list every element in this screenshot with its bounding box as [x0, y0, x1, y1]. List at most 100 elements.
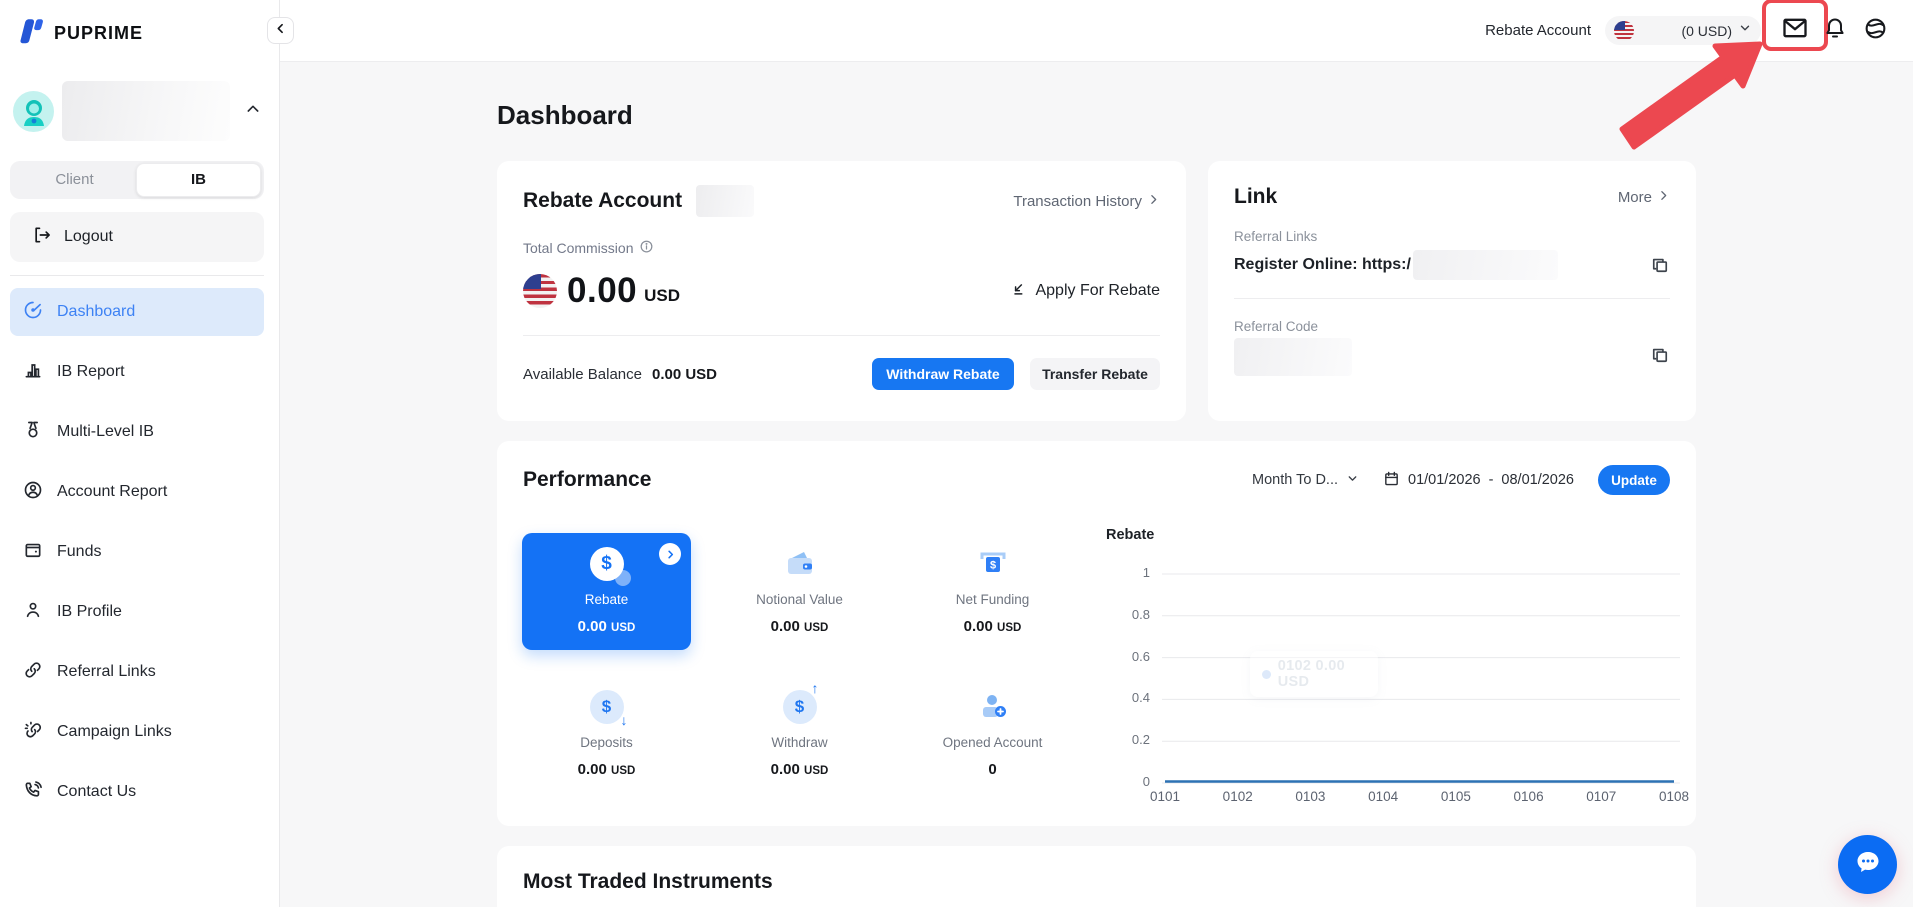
live-chat-button[interactable] [1838, 835, 1897, 894]
metric-tile-withdraw[interactable]: $ ↑ Withdraw 0.00 USD [715, 676, 884, 793]
sidebar-item-dashboard[interactable]: Dashboard [10, 288, 264, 336]
update-button[interactable]: Update [1598, 465, 1670, 495]
sidebar-item-campaign-links[interactable]: Campaign Links [10, 708, 264, 756]
sidebar-item-funds[interactable]: Funds [10, 528, 264, 576]
info-icon[interactable] [639, 239, 654, 257]
svg-text:$: $ [989, 560, 995, 572]
apply-rebate-label: Apply For Rebate [1035, 282, 1160, 299]
avatar [13, 90, 54, 132]
topbar: Rebate Account (0 USD) [280, 0, 1913, 62]
metric-label: Withdraw [771, 735, 828, 750]
sidebar-item-label: Campaign Links [57, 723, 172, 740]
sidebar-item-account-report[interactable]: Account Report [10, 468, 264, 516]
metric-tile-net-funding[interactable]: $ Net Funding 0.00 USD [908, 533, 1077, 650]
metric-value: 0.00 [963, 618, 993, 635]
metric-unit: USD [804, 765, 829, 777]
bell-icon [1823, 16, 1847, 45]
sidebar-item-label: Multi-Level IB [57, 423, 154, 440]
wallet-money-icon [782, 546, 818, 582]
client-ib-toggle: Client IB [10, 161, 264, 199]
redacted-account-number [696, 185, 755, 217]
sidebar-item-label: IB Report [57, 363, 125, 380]
total-commission-currency: USD [644, 286, 681, 305]
date-separator: - [1488, 472, 1494, 488]
mail-icon [1781, 14, 1809, 47]
more-link[interactable]: More [1618, 189, 1670, 206]
page-title: Dashboard [497, 100, 633, 130]
sidebar-item-label: IB Profile [57, 603, 122, 620]
card-divider [523, 335, 1160, 336]
chevron-right-icon [1147, 193, 1160, 210]
metric-value: 0.00 [770, 761, 800, 778]
dollar-down-icon: $ ↓ [589, 689, 628, 728]
chevron-up-icon[interactable] [245, 101, 261, 122]
language-button[interactable] [1855, 11, 1895, 51]
metric-value: 0.00 [770, 618, 800, 635]
metric-label: Notional Value [756, 592, 843, 607]
logout-label: Logout [64, 228, 113, 245]
sidebar-item-label: Contact Us [57, 783, 137, 800]
copy-referral-link-button[interactable] [1650, 255, 1670, 275]
metric-tile-deposits[interactable]: $ ↓ Deposits 0.00 USD [522, 676, 691, 793]
date-from: 01/01/2026 [1408, 472, 1481, 488]
available-balance-label: Available Balance [523, 365, 642, 383]
total-commission-amount: 0.00 [567, 271, 638, 310]
logout-button[interactable]: Logout [10, 212, 264, 262]
link-icon [23, 660, 43, 685]
sidebar-item-contact-us[interactable]: Contact Us [10, 768, 264, 816]
referral-code-label: Referral Code [1234, 319, 1319, 334]
metric-tile-opened-account[interactable]: Opened Account 0 [908, 676, 1077, 793]
metric-value: 0.00 [577, 761, 607, 778]
apply-for-rebate-link[interactable]: Apply For Rebate [1009, 280, 1160, 303]
transfer-rebate-button[interactable]: Transfer Rebate [1030, 358, 1160, 390]
date-range-picker[interactable]: 01/01/2026 - 08/01/2026 [1383, 470, 1574, 491]
brand-logo-icon [16, 16, 46, 51]
sidebar-item-ib-report[interactable]: IB Report [10, 348, 264, 396]
date-range-select[interactable]: Month To D... [1252, 472, 1359, 489]
most-traded-title: Most Traded Instruments [523, 870, 773, 893]
metric-label: Rebate [584, 592, 629, 607]
redacted-referral-code [1234, 338, 1352, 376]
mail-button[interactable] [1762, 0, 1828, 51]
rebate-chart: Rebate 0 0.2 0.4 0.6 0.8 1 0101 0102 0103 0104 01… [1092, 523, 1692, 823]
sidebar-item-multi-level-ib[interactable]: Multi-Level IB [10, 408, 264, 456]
brand-logo: PUPRIME [0, 0, 279, 51]
brand-name: PUPRIME [54, 23, 144, 43]
transaction-history-link[interactable]: Transaction History [1013, 193, 1160, 210]
transaction-history-label: Transaction History [1013, 192, 1142, 210]
chevron-right-circle-icon [659, 543, 681, 565]
card-divider [1234, 298, 1670, 299]
available-balance-value: 0.00 USD [651, 365, 718, 383]
toggle-ib[interactable]: IB [136, 163, 261, 197]
sidebar-item-referral-links[interactable]: Referral Links [10, 648, 264, 696]
sidebar-collapse-button[interactable] [267, 17, 294, 44]
metric-unit: USD [611, 622, 636, 634]
metric-tile-notional-value[interactable]: Notional Value 0.00 USD [715, 533, 884, 650]
metric-label: Opened Account [942, 735, 1043, 750]
withdraw-rebate-button[interactable]: Withdraw Rebate [872, 358, 1014, 390]
campaign-link-icon [23, 720, 43, 745]
redacted-username [62, 81, 230, 141]
sidebar: PUPRIME Client IB Logout Dashboard IB Re… [0, 0, 280, 907]
notifications-button[interactable] [1815, 11, 1855, 51]
sidebar-menu: Dashboard IB Report Multi-Level IB Accou… [10, 288, 264, 816]
rebate-card-title: Rebate Account [523, 189, 683, 212]
redacted-referral-url [1412, 250, 1558, 280]
dollar-up-icon: $ ↑ [782, 680, 819, 725]
more-label: More [1617, 188, 1652, 206]
sidebar-item-label: Account Report [57, 483, 168, 500]
profile-summary[interactable] [13, 81, 269, 141]
toggle-client[interactable]: Client [13, 164, 136, 196]
performance-card: Performance Month To D... 01/01/2026 - 0… [497, 441, 1696, 826]
metric-tile-rebate[interactable]: $ Rebate 0.00 USD [522, 533, 691, 650]
most-traded-card: Most Traded Instruments [497, 846, 1696, 907]
logout-icon [32, 225, 52, 250]
sidebar-item-label: Referral Links [57, 663, 156, 680]
add-user-icon [975, 689, 1011, 725]
wallet-icon [23, 540, 43, 565]
account-selector[interactable]: (0 USD) [1605, 16, 1761, 45]
medal-icon [23, 420, 43, 445]
metric-label: Deposits [580, 735, 633, 750]
sidebar-item-ib-profile[interactable]: IB Profile [10, 588, 264, 636]
copy-referral-code-button[interactable] [1650, 345, 1670, 365]
